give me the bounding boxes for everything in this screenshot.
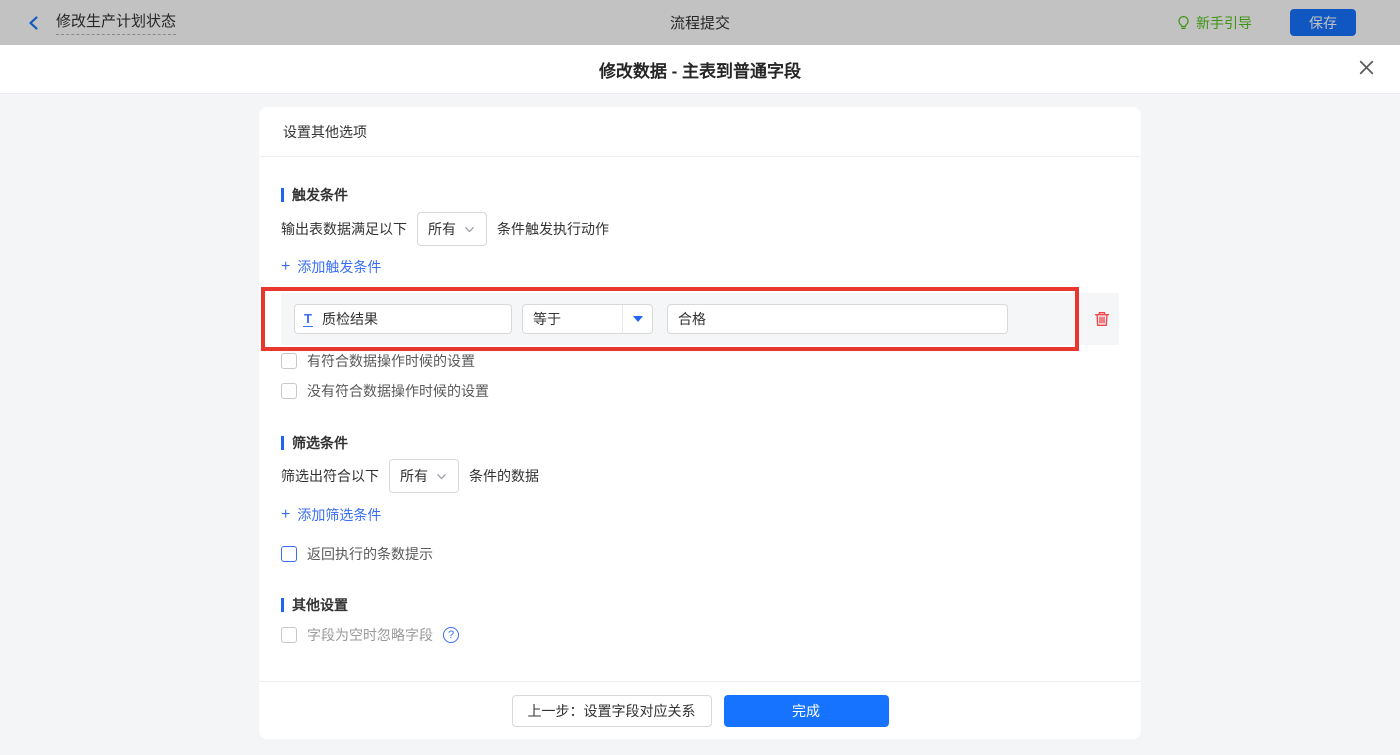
filter-match-select[interactable]: 所有 [389, 459, 459, 493]
condition-field-input-wrap[interactable]: T [294, 304, 512, 334]
condition-operator-value: 等于 [533, 311, 561, 327]
filter-section-title: 筛选条件 [281, 435, 1119, 451]
trigger-sentence: 输出表数据满足以下 所有 条件触发执行动作 [281, 212, 1119, 246]
other-checkbox-row: 字段为空时忽略字段 ? [281, 627, 1119, 643]
close-icon[interactable] [1358, 59, 1375, 76]
checkbox-has-matching-data[interactable] [281, 353, 297, 369]
help-icon[interactable]: ? [443, 627, 459, 643]
filter-sentence-suffix: 条件的数据 [469, 468, 539, 484]
condition-field-input[interactable] [321, 311, 503, 327]
filter-checkbox-row: 返回执行的条数提示 [281, 546, 1119, 562]
trigger-checkbox-row-has-data: 有符合数据操作时候的设置 [281, 353, 1119, 369]
trash-icon [1094, 312, 1110, 326]
modal-body: 设置其他选项 触发条件 输出表数据满足以下 所有 条件触发执行动作 + 添加触发… [0, 94, 1400, 755]
checkbox-no-matching-data[interactable] [281, 383, 297, 399]
trigger-match-value: 所有 [428, 221, 456, 237]
plus-icon: + [281, 258, 291, 275]
done-button[interactable]: 完成 [723, 694, 889, 727]
trigger-condition-row-wrap: T 等于 [261, 287, 1119, 351]
section-bar [281, 436, 284, 450]
modal-header: 修改数据 - 主表到普通字段 [0, 45, 1400, 94]
checkbox-ignore-empty-field[interactable] [281, 627, 297, 643]
checkbox-return-count-tip[interactable] [281, 546, 297, 562]
condition-operator-select[interactable]: 等于 [522, 304, 653, 334]
caret-down-icon [632, 316, 643, 322]
modify-data-modal: 修改数据 - 主表到普通字段 设置其他选项 触发条件 输出表数据满足以下 所有 … [0, 45, 1400, 755]
modal-title: 修改数据 - 主表到普通字段 [598, 61, 802, 81]
plus-icon: + [281, 506, 291, 523]
operator-caret-area[interactable] [622, 305, 652, 333]
trigger-section-title: 触发条件 [281, 187, 1119, 203]
trigger-sentence-prefix: 输出表数据满足以下 [281, 221, 407, 237]
other-section-title: 其他设置 [281, 597, 1119, 613]
filter-sentence: 筛选出符合以下 所有 条件的数据 [281, 459, 1119, 493]
condition-value-input-wrap[interactable] [667, 304, 1008, 334]
filter-sentence-prefix: 筛选出符合以下 [281, 468, 379, 484]
trigger-sentence-suffix: 条件触发执行动作 [497, 221, 609, 237]
trigger-match-select[interactable]: 所有 [417, 212, 487, 246]
chevron-down-icon [437, 473, 446, 479]
delete-condition-button[interactable] [1093, 310, 1111, 328]
text-field-type-icon: T [303, 310, 313, 327]
section-bar [281, 598, 284, 612]
trigger-checkbox-row-no-data: 没有符合数据操作时候的设置 [281, 383, 1119, 399]
condition-value-input[interactable] [678, 311, 997, 327]
card-header-title: 设置其他选项 [283, 123, 367, 140]
card-header: 设置其他选项 [259, 107, 1141, 157]
card-footer: 上一步：设置字段对应关系 完成 [259, 681, 1141, 739]
trigger-condition-row: T 等于 [281, 293, 1119, 345]
previous-step-button[interactable]: 上一步：设置字段对应关系 [511, 694, 712, 727]
filter-match-value: 所有 [400, 468, 428, 484]
options-card: 设置其他选项 触发条件 输出表数据满足以下 所有 条件触发执行动作 + 添加触发… [259, 107, 1141, 739]
section-bar [281, 188, 284, 202]
add-filter-condition-link[interactable]: + 添加筛选条件 [281, 505, 381, 525]
chevron-down-icon [465, 226, 474, 232]
add-trigger-condition-link[interactable]: + 添加触发条件 [281, 257, 381, 277]
card-body: 触发条件 输出表数据满足以下 所有 条件触发执行动作 + 添加触发条件 T 质检… [259, 157, 1141, 681]
